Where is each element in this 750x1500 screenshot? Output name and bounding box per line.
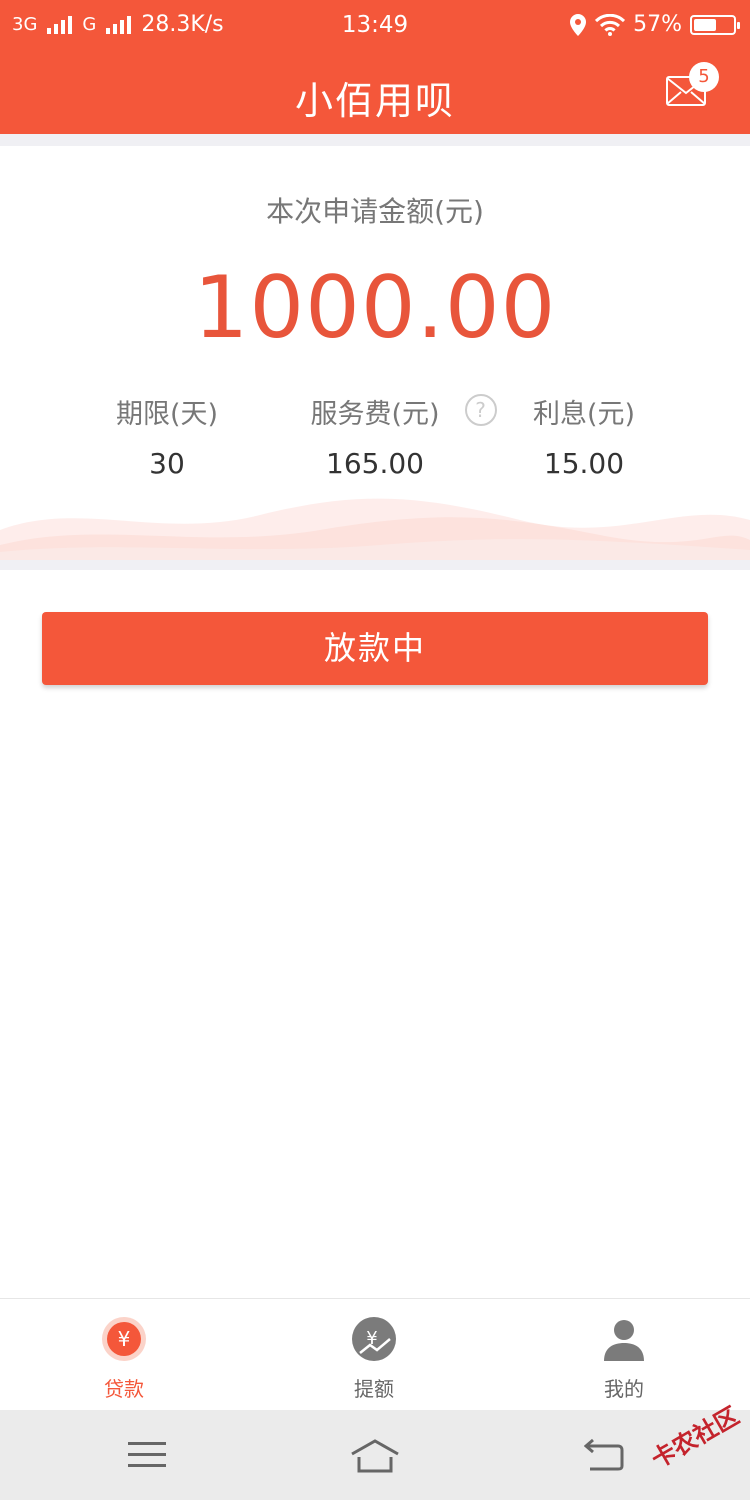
fee-stat: 服务费(元) ? 165.00 <box>285 392 497 480</box>
loan-amount: 1000.00 <box>193 258 557 358</box>
amount-label: 本次申请金额(元) <box>266 195 484 228</box>
home-icon[interactable] <box>350 1438 400 1474</box>
interest-label: 利息(元) <box>532 399 636 430</box>
term-label: 期限(天) <box>115 399 219 430</box>
fee-label: 服务费(元) <box>310 399 440 430</box>
tab-raise-limit[interactable]: ¥ 提额 <box>304 1315 444 1402</box>
help-icon[interactable]: ? <box>464 394 497 426</box>
status-bar: 3G G 28.3K/s 13:49 57% <box>0 0 750 52</box>
divider-top <box>0 134 750 146</box>
message-button[interactable]: 5 <box>666 62 719 106</box>
tab-loan[interactable]: ¥ 贷款 <box>54 1315 194 1402</box>
fee-label-wrap: 服务费(元) ? <box>310 392 497 431</box>
page-title: 小佰用呗 <box>294 79 455 123</box>
tab-bar: ¥ 贷款 ¥ 提额 我的 <box>0 1298 750 1411</box>
yen-coin-icon: ¥ <box>102 1317 146 1361</box>
app-header: 小佰用呗 5 <box>0 52 750 134</box>
tab-label-loan: 贷款 <box>104 1377 144 1401</box>
interest-stat: 利息(元) 15.00 <box>514 392 654 480</box>
battery-percent: 57% <box>633 12 682 37</box>
tab-label-mine: 我的 <box>604 1377 644 1401</box>
location-icon <box>570 13 587 36</box>
divider-middle <box>0 560 750 570</box>
wave-decoration <box>0 498 750 560</box>
system-nav-bar <box>0 1410 750 1500</box>
term-stat: 期限(天) 30 <box>97 392 237 480</box>
status-right: 57% <box>569 12 740 37</box>
person-icon <box>604 1320 644 1361</box>
back-icon[interactable] <box>584 1438 624 1472</box>
menu-icon[interactable] <box>128 1441 166 1469</box>
tab-mine[interactable]: 我的 <box>554 1315 694 1402</box>
message-badge: 5 <box>689 62 719 92</box>
yen-chart-icon: ¥ <box>352 1317 396 1361</box>
tab-label-raise: 提额 <box>354 1377 394 1401</box>
fee-value: 165.00 <box>326 447 424 480</box>
loan-info-card: 本次申请金额(元) 1000.00 期限(天) 30 服务费(元) ? 165.… <box>0 146 750 560</box>
wifi-icon <box>595 13 626 36</box>
svg-text:¥: ¥ <box>118 1327 131 1351</box>
term-value: 30 <box>149 447 185 480</box>
interest-value: 15.00 <box>543 447 625 480</box>
disbursing-button[interactable]: 放款中 <box>42 612 708 685</box>
battery-icon <box>690 14 740 35</box>
